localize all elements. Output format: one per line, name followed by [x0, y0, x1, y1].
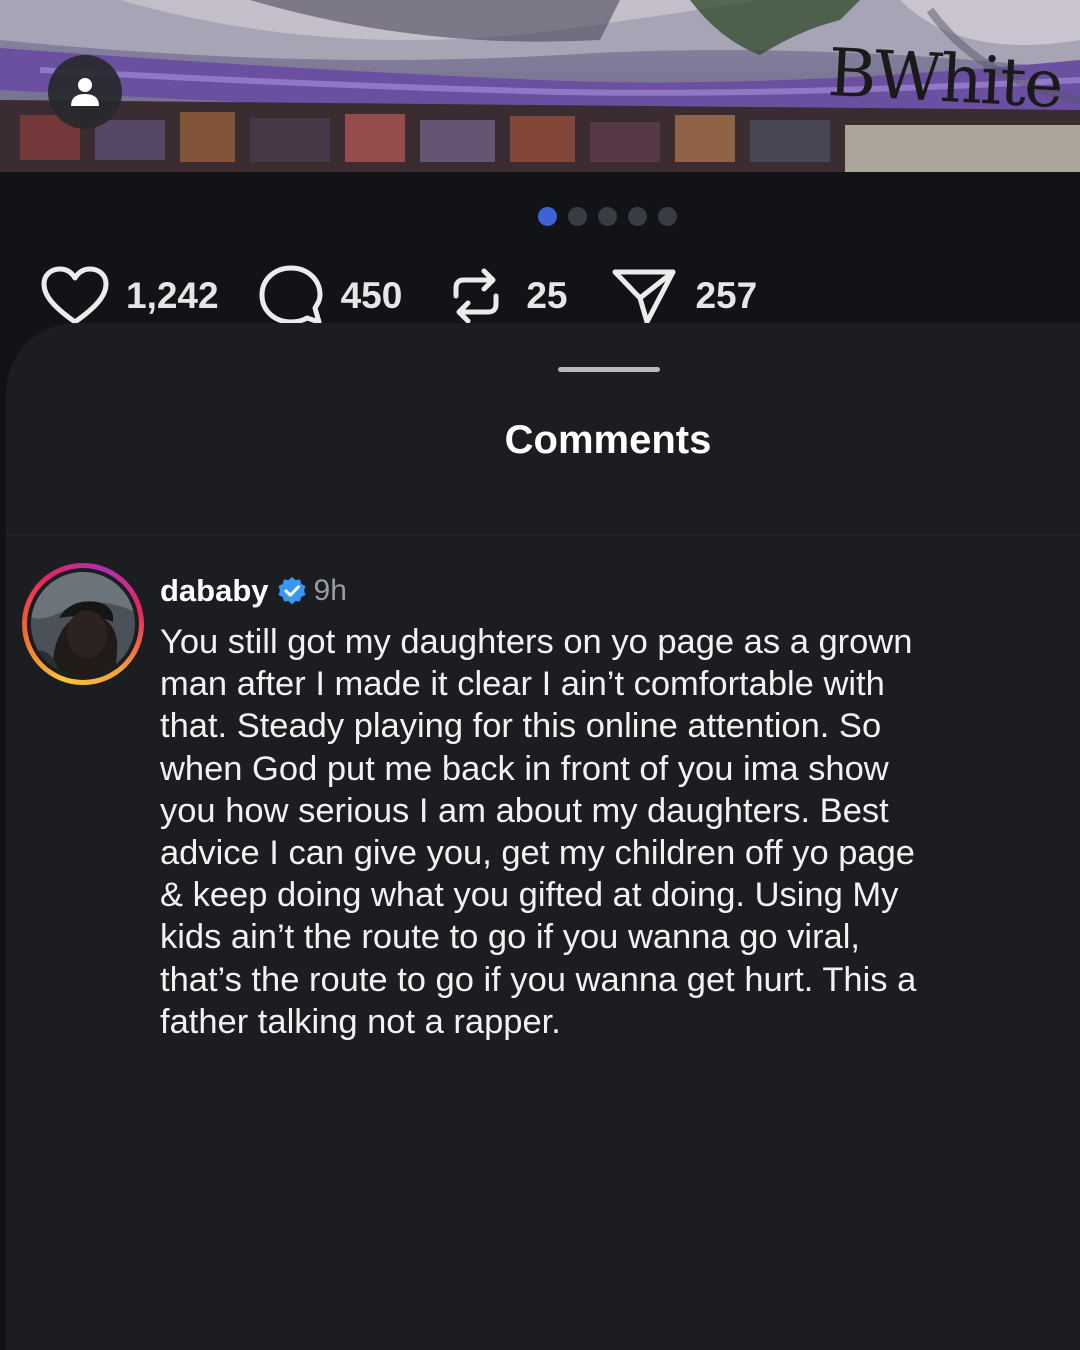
post-image[interactable]: BWhite — [0, 0, 1080, 172]
person-icon — [71, 78, 99, 106]
comment-icon — [259, 265, 323, 325]
comment-timestamp: 9h — [313, 574, 347, 607]
repost-count: 25 — [526, 275, 568, 316]
avatar-photo — [31, 572, 135, 676]
comment-text: You still got my daughters on yo page as… — [160, 623, 917, 1041]
avatar[interactable] — [22, 563, 144, 685]
carousel-dot[interactable] — [538, 207, 557, 226]
comment-count: 450 — [340, 275, 403, 316]
send-icon — [612, 269, 676, 325]
share-button[interactable]: 257 — [611, 266, 757, 326]
verified-badge-icon — [278, 577, 306, 605]
comment-button[interactable]: 450 — [259, 264, 403, 328]
carousel-dot[interactable] — [628, 207, 647, 226]
action-bar: 1,242 450 25 257 — [40, 264, 757, 328]
repost-icon — [453, 268, 499, 324]
carousel-dot[interactable] — [598, 207, 617, 226]
divider — [6, 535, 1080, 536]
repost-button[interactable]: 25 — [448, 266, 567, 326]
carousel-dot[interactable] — [658, 207, 677, 226]
heart-icon — [41, 266, 109, 325]
sheet-drag-handle[interactable] — [558, 367, 660, 372]
comment-username[interactable]: dababy — [160, 573, 269, 609]
carousel-dot[interactable] — [568, 207, 587, 226]
post-detail-screen: BWhite 1,242 450 25 257 Comments dababy … — [0, 0, 1080, 1350]
like-count: 1,242 — [126, 275, 219, 316]
comments-sheet: Comments dababy 9h You still got my daug… — [6, 323, 1080, 1350]
carousel-indicator[interactable] — [538, 207, 677, 226]
profile-button[interactable] — [48, 55, 122, 129]
comment-header: dababy 9h — [160, 571, 347, 611]
share-count: 257 — [695, 275, 758, 316]
like-button[interactable]: 1,242 — [40, 265, 219, 327]
artist-signature: BWhite — [826, 33, 1064, 124]
sheet-title: Comments — [504, 418, 712, 462]
